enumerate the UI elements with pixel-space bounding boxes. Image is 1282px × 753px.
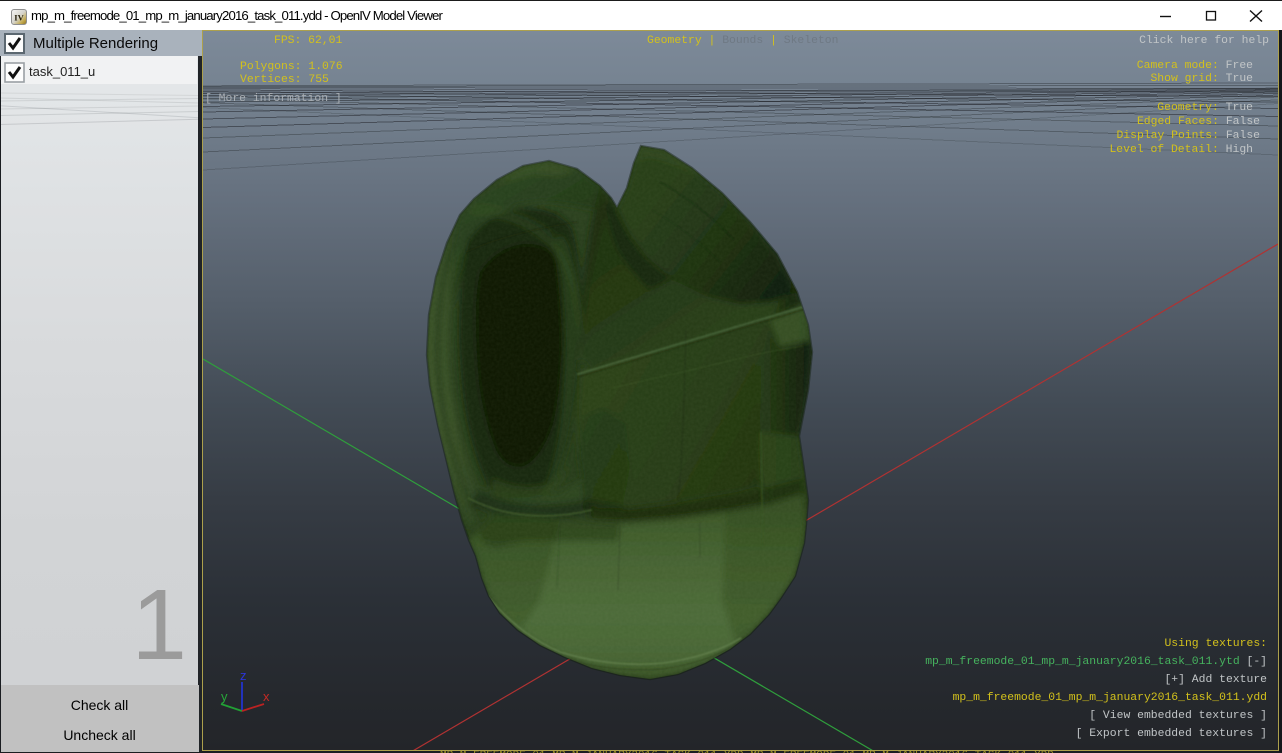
- svg-text:IV: IV: [14, 13, 24, 23]
